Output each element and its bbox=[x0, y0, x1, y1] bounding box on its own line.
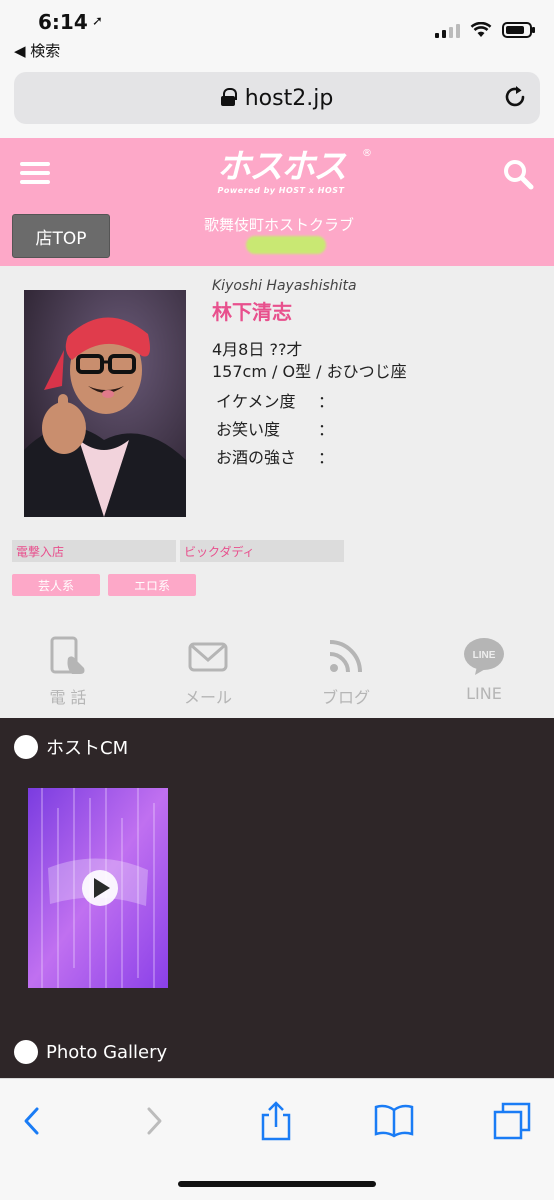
phone-icon bbox=[50, 636, 85, 674]
logo-registered-mark: ® bbox=[362, 148, 372, 159]
rating-humor: お笑い度 ： bbox=[216, 416, 334, 440]
battery-icon bbox=[502, 22, 535, 38]
rating-separator: ： bbox=[318, 420, 335, 439]
contact-blog[interactable]: ブログ bbox=[296, 636, 396, 708]
bookmarks-icon bbox=[374, 1104, 414, 1138]
club-category: 歌舞伎町ホストクラブ bbox=[204, 216, 355, 234]
rating-drinking: お酒の強さ ： bbox=[216, 444, 334, 468]
logo-subtitle: Powered by HOST x HOST bbox=[217, 186, 345, 195]
site-header: ホスホス Powered by HOST x HOST ® 店TOP 歌舞伎町ホ… bbox=[0, 138, 554, 266]
home-indicator[interactable] bbox=[178, 1181, 376, 1187]
section-title-cm: ホストCM bbox=[14, 734, 128, 760]
status-time: 6:14 bbox=[38, 10, 88, 34]
rating-looks: イケメン度 ： bbox=[216, 388, 334, 412]
media-section: ホストCM Photo Gallery bbox=[0, 718, 554, 1078]
status-bar: 6:14 ➚ ◀ 検索 bbox=[0, 0, 554, 66]
wifi-icon bbox=[470, 22, 492, 37]
contact-line[interactable]: LINE LINE bbox=[434, 636, 534, 703]
host-birthday-age: 4月8日 ??才 bbox=[212, 340, 303, 359]
cm-video-thumbnail[interactable] bbox=[28, 788, 168, 988]
contact-label: LINE bbox=[466, 684, 502, 703]
address-bar[interactable]: host2.jp bbox=[14, 72, 540, 124]
bullet-icon bbox=[14, 1040, 38, 1064]
section-title-text: ホストCM bbox=[46, 738, 129, 759]
chevron-left-icon bbox=[24, 1107, 39, 1135]
rss-icon bbox=[329, 640, 362, 673]
tag-ero-type[interactable]: エロ系 bbox=[108, 574, 196, 596]
signal-icon bbox=[435, 22, 460, 38]
back-button[interactable] bbox=[10, 1099, 54, 1143]
menu-icon[interactable] bbox=[20, 162, 50, 184]
contact-row: 電 話 メール ブログ LINE LINE bbox=[0, 616, 554, 718]
browser-toolbar bbox=[0, 1078, 554, 1200]
search-icon[interactable] bbox=[502, 158, 534, 190]
contact-label: ブログ bbox=[321, 688, 370, 707]
reload-icon[interactable] bbox=[502, 84, 528, 110]
line-icon: LINE bbox=[464, 638, 504, 675]
chevron-right-icon bbox=[147, 1107, 162, 1135]
rating-separator: ： bbox=[318, 448, 335, 467]
tag-comedian-type[interactable]: 芸人系 bbox=[12, 574, 100, 596]
tag-big-daddy[interactable]: ビックダディ bbox=[180, 540, 344, 562]
host-name-romaji: Kiyoshi Hayashishita bbox=[212, 278, 357, 294]
host-profile: Kiyoshi Hayashishita 林下清志 4月8日 ??才 157cm… bbox=[0, 266, 554, 616]
host-stats: 157cm / O型 / おひつじ座 bbox=[212, 362, 407, 381]
tag-new-entry[interactable]: 電撃入店 bbox=[12, 540, 176, 562]
tabs-button[interactable] bbox=[490, 1099, 534, 1143]
host-photo bbox=[24, 290, 186, 517]
url-display[interactable]: host2.jp bbox=[14, 86, 540, 111]
rating-label: お笑い度 bbox=[216, 420, 281, 439]
rating-label: お酒の強さ bbox=[216, 448, 297, 467]
host-name: 林下清志 bbox=[212, 300, 292, 324]
shop-top-button[interactable]: 店TOP bbox=[12, 214, 110, 258]
browser-address-area: host2.jp bbox=[0, 66, 554, 138]
bookmarks-button[interactable] bbox=[372, 1099, 416, 1143]
rating-separator: ： bbox=[318, 392, 335, 411]
rating-label: イケメン度 bbox=[216, 392, 296, 411]
location-arrow-icon: ➚ bbox=[92, 14, 103, 29]
bullet-icon bbox=[14, 735, 38, 759]
tabs-icon bbox=[493, 1102, 531, 1140]
logo-main-text: ホスホス bbox=[217, 147, 347, 187]
contact-phone[interactable]: 電 話 bbox=[18, 636, 118, 708]
contact-label: メール bbox=[183, 688, 232, 707]
club-name-redaction bbox=[246, 236, 326, 254]
site-logo[interactable]: ホスホス Powered by HOST x HOST ® bbox=[196, 147, 372, 195]
contact-mail[interactable]: メール bbox=[158, 636, 258, 708]
back-to-app-link[interactable]: ◀ 検索 bbox=[14, 40, 60, 61]
status-icons bbox=[435, 22, 535, 38]
share-icon bbox=[261, 1101, 291, 1141]
line-icon-text: LINE bbox=[473, 650, 496, 661]
section-title-gallery: Photo Gallery bbox=[14, 1040, 167, 1064]
contact-label: 電 話 bbox=[49, 688, 87, 707]
lock-icon bbox=[220, 88, 237, 106]
mail-icon bbox=[188, 642, 228, 672]
section-title-text: Photo Gallery bbox=[46, 1041, 168, 1063]
url-text: host2.jp bbox=[244, 86, 334, 111]
share-button[interactable] bbox=[254, 1099, 298, 1143]
forward-button[interactable] bbox=[132, 1099, 176, 1143]
